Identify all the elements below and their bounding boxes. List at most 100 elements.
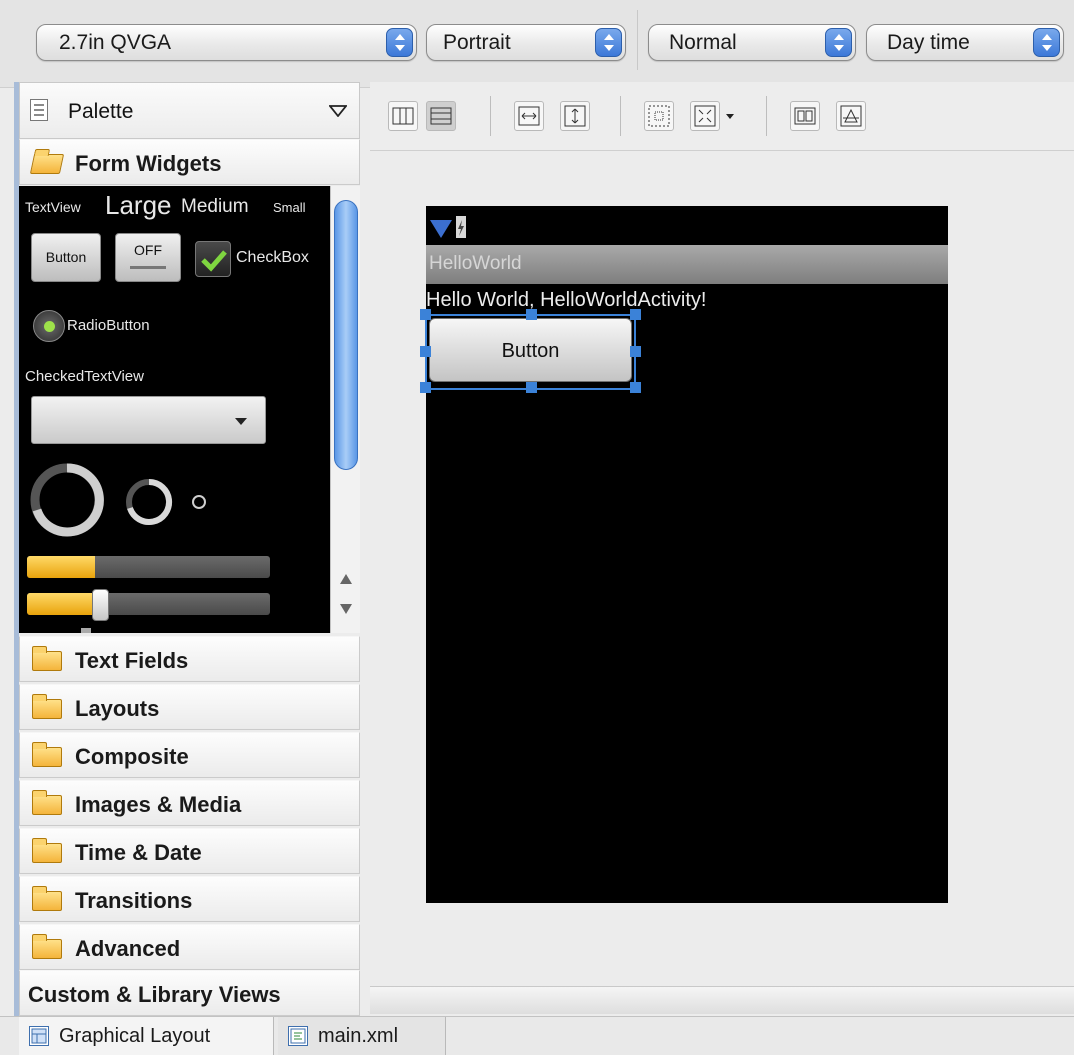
graphical-layout-icon <box>29 1026 49 1046</box>
progress-medium-icon[interactable] <box>123 476 175 528</box>
category-transitions[interactable]: Transitions <box>19 876 360 922</box>
toolbar-divider <box>766 96 767 136</box>
scroll-down-icon[interactable] <box>340 604 352 614</box>
toggle-state: OFF <box>134 242 162 258</box>
night-mode-value: Day time <box>887 31 970 54</box>
tab-graphical-layout[interactable]: Graphical Layout <box>19 1017 274 1055</box>
tab-main-xml[interactable]: main.xml <box>278 1017 446 1055</box>
palette-menu-icon[interactable] <box>329 105 347 117</box>
dropdown-caret-icon[interactable] <box>726 114 734 119</box>
dock-mode-select[interactable]: Normal <box>648 24 856 61</box>
scrollbar-thumb[interactable] <box>334 200 358 470</box>
tab-label: main.xml <box>318 1025 399 1047</box>
fill-height-icon <box>564 105 586 127</box>
gravity-icon <box>694 105 716 127</box>
category-custom-library-views[interactable]: Custom & Library Views <box>19 970 360 1016</box>
device-screen[interactable]: HelloWorld Hello World, HelloWorldActivi… <box>420 206 948 903</box>
hello-textview[interactable]: Hello World, HelloWorldActivity! <box>426 289 706 312</box>
margins-icon <box>648 105 670 127</box>
category-text-fields[interactable]: Text Fields <box>19 636 360 682</box>
folder-icon <box>32 694 62 719</box>
select-arrows-icon <box>595 28 622 57</box>
editor-tabs: Graphical Layout main.xml <box>0 1016 1074 1055</box>
folder-icon <box>32 742 62 767</box>
category-label: Images & Media <box>75 792 242 817</box>
category-layouts[interactable]: Layouts <box>19 684 360 730</box>
category-label: Composite <box>75 744 189 769</box>
baseline-icon <box>840 105 862 127</box>
category-advanced[interactable]: Advanced <box>19 924 360 970</box>
toggle-fill-width-button[interactable] <box>514 101 544 131</box>
widget-seek-bar[interactable] <box>27 593 270 615</box>
device-config-bar: 2.7in QVGA Portrait Normal Day time <box>0 0 1074 88</box>
device-config-select[interactable]: 2.7in QVGA <box>36 24 417 61</box>
orientation-select[interactable]: Portrait <box>426 24 626 61</box>
widget-button[interactable]: Button <box>31 233 101 282</box>
distribute-weights-button[interactable] <box>790 101 820 131</box>
category-label: Text Fields <box>75 648 189 673</box>
widget-radio-label[interactable]: RadioButton <box>67 317 150 334</box>
form-widgets-preview: TextView Large Medium Small Button OFF C… <box>19 186 360 633</box>
fill-width-icon <box>518 106 540 126</box>
canvas-horizontal-scrollbar[interactable] <box>370 986 1074 1014</box>
spinner-arrow-icon <box>235 418 247 425</box>
folder-icon <box>32 934 62 959</box>
device-button[interactable]: Button <box>429 318 632 382</box>
widget-textview[interactable]: TextView <box>25 199 81 215</box>
scroll-up-icon[interactable] <box>340 574 352 584</box>
category-label: Form Widgets <box>75 151 222 176</box>
toolbar-divider <box>637 10 638 70</box>
layout-horizontal-button[interactable] <box>388 101 418 131</box>
columns-icon <box>392 107 414 125</box>
progress-large-icon[interactable] <box>27 460 107 540</box>
app-title: HelloWorld <box>429 253 522 274</box>
toolbar-divider <box>620 96 621 136</box>
progress-small-icon[interactable] <box>190 493 208 511</box>
widget-medium-text[interactable]: Medium <box>181 196 249 218</box>
layout-toolbar <box>370 82 1074 150</box>
category-label: Advanced <box>75 936 181 961</box>
baseline-button[interactable] <box>836 101 866 131</box>
radio-button-icon[interactable] <box>33 310 65 342</box>
xml-file-icon <box>288 1026 308 1046</box>
toggle-fill-height-button[interactable] <box>560 101 590 131</box>
checkbox-icon[interactable] <box>195 241 231 277</box>
category-images-media[interactable]: Images & Media <box>19 780 360 826</box>
folder-icon <box>32 838 62 863</box>
widget-spinner[interactable] <box>31 396 266 444</box>
signal-icon <box>430 216 466 238</box>
folder-icon <box>32 886 62 911</box>
widget-small-text[interactable]: Small <box>273 200 306 215</box>
resize-handle[interactable] <box>630 382 641 393</box>
app-title-bar: HelloWorld <box>426 245 948 284</box>
progress-fill <box>27 556 96 578</box>
select-arrows-icon <box>386 28 413 57</box>
widget-large-text[interactable]: Large <box>105 190 172 221</box>
orientation-value: Portrait <box>443 31 511 54</box>
folder-open-icon <box>29 154 65 174</box>
tab-label: Graphical Layout <box>59 1025 211 1047</box>
category-label: Layouts <box>75 696 160 721</box>
widget-toggle-button[interactable]: OFF <box>115 233 181 282</box>
gravity-button[interactable] <box>690 101 720 131</box>
weights-icon <box>794 107 816 125</box>
widget-progress-bar[interactable] <box>27 556 270 578</box>
category-composite[interactable]: Composite <box>19 732 360 778</box>
palette-title: Palette <box>68 100 134 123</box>
android-status-bar <box>426 206 948 244</box>
widget-checked-textview[interactable]: CheckedTextView <box>25 368 144 385</box>
widget-checkbox-label[interactable]: CheckBox <box>236 249 309 267</box>
radio-dot <box>44 321 55 332</box>
toggle-indicator <box>130 266 166 269</box>
resize-handle[interactable] <box>526 382 537 393</box>
toolbar-divider <box>490 96 491 136</box>
seek-thumb[interactable] <box>91 589 109 621</box>
device-config-value: 2.7in QVGA <box>59 31 172 54</box>
category-time-date[interactable]: Time & Date <box>19 828 360 874</box>
folder-icon <box>32 790 62 815</box>
night-mode-select[interactable]: Day time <box>866 24 1064 61</box>
category-form-widgets[interactable]: Form Widgets <box>19 139 360 185</box>
margins-button[interactable] <box>644 101 674 131</box>
layout-vertical-button[interactable] <box>426 101 456 131</box>
palette-scrollbar[interactable] <box>330 186 360 633</box>
